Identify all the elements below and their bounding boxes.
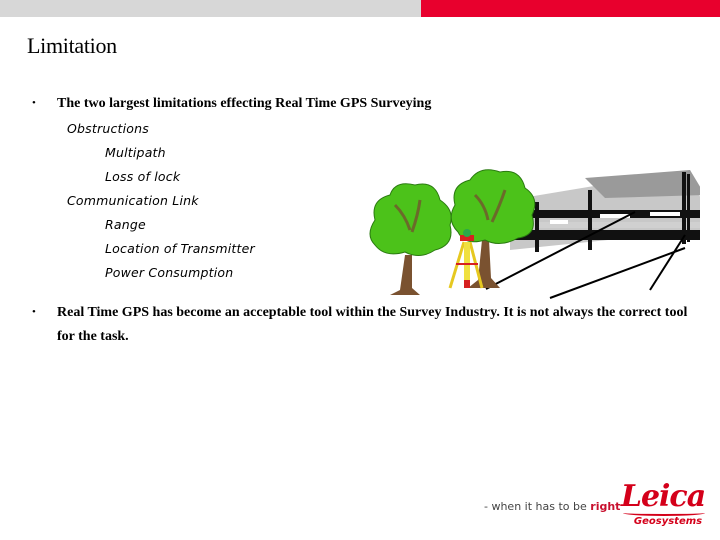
sub-item-obstructions: Obstructions <box>67 121 149 136</box>
bullet-marker: • <box>32 97 36 109</box>
bullet-text-line2: for the task. <box>57 329 129 344</box>
sub-sub-item-range: Range <box>105 217 146 232</box>
bullet-text: The two largest limitations effecting Re… <box>57 96 432 111</box>
header-bar-red <box>421 0 720 17</box>
sub-sub-item-location: Location of Transmitter <box>105 241 255 256</box>
sub-sub-item-power: Power Consumption <box>105 265 234 280</box>
logo-subtitle: Geosystems <box>633 516 703 527</box>
tree-icon <box>369 183 452 295</box>
tagline-prefix: - when it has to be <box>484 500 591 513</box>
tagline: - when it has to be right <box>484 500 620 513</box>
leica-logo: Leica Geosystems <box>615 480 711 532</box>
bullet-marker: • <box>32 306 36 318</box>
logo-wordmark: Leica <box>620 479 706 514</box>
gps-obstruction-illustration <box>369 169 700 299</box>
header-bar-grey <box>0 0 421 17</box>
sub-item-communication-link: Communication Link <box>67 193 199 208</box>
sub-sub-item-multipath: Multipath <box>105 145 166 160</box>
slide-title: Limitation <box>27 33 117 58</box>
building-icon <box>510 170 700 252</box>
sub-sub-item-loss-of-lock: Loss of lock <box>105 169 181 184</box>
